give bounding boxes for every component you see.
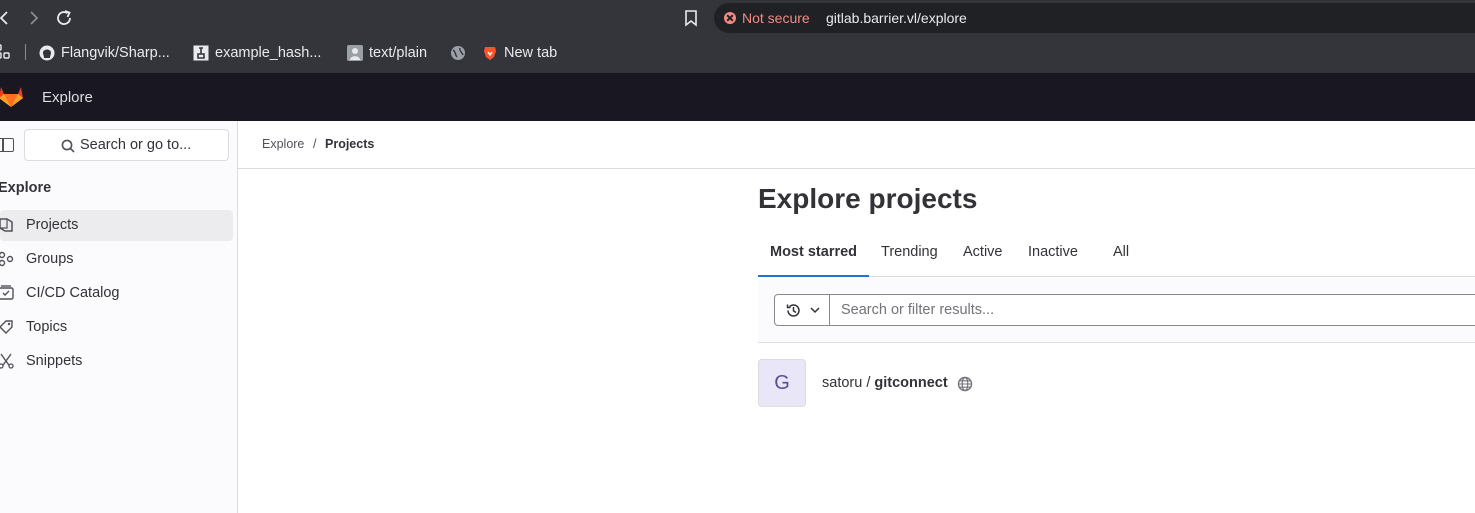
tab-all[interactable]: All xyxy=(1101,230,1141,277)
bookmark-example-hash[interactable]: example_hash... xyxy=(193,43,321,63)
brave-icon xyxy=(482,45,498,61)
tab-active[interactable]: Active xyxy=(951,230,1015,277)
sidebar-toggle-icon[interactable] xyxy=(0,138,14,152)
group-icon xyxy=(0,251,14,267)
globe-icon xyxy=(957,376,973,392)
page-title: Explore projects xyxy=(758,183,978,214)
bookmark-label: Flangvik/Sharp... xyxy=(61,45,170,61)
address-bar[interactable]: Not secure gitlab.barrier.vl/explore xyxy=(714,3,1475,33)
search-button[interactable]: Search or go to... xyxy=(24,129,229,161)
tab-trending[interactable]: Trending xyxy=(869,230,950,277)
bookmark-icon[interactable] xyxy=(681,8,701,28)
forward-icon[interactable] xyxy=(24,8,44,28)
breadcrumb-explore[interactable]: Explore xyxy=(262,137,304,151)
snippet-icon xyxy=(0,353,14,369)
history-icon xyxy=(786,304,800,317)
hashcat-icon xyxy=(193,45,209,61)
filter-bar: Search or filter results... xyxy=(758,278,1475,343)
sidebar-item-label: CI/CD Catalog xyxy=(26,285,120,301)
project-avatar[interactable]: G xyxy=(758,359,806,407)
profile-icon xyxy=(347,45,363,61)
bookmarks-separator xyxy=(25,44,26,60)
bookmark-flangvik[interactable]: Flangvik/Sharp... xyxy=(39,43,170,63)
github-icon xyxy=(39,45,55,61)
bookmark-label: example_hash... xyxy=(215,45,322,61)
back-icon[interactable] xyxy=(0,8,14,28)
bookmark-label: New tab xyxy=(504,45,558,61)
reload-icon[interactable] xyxy=(54,8,74,28)
tab-inactive[interactable]: Inactive xyxy=(1016,230,1090,277)
sidebar-item-projects[interactable]: Projects xyxy=(0,210,233,241)
search-label: Search or go to... xyxy=(80,137,192,153)
project-icon xyxy=(0,217,14,233)
sidebar-item-topics[interactable]: Topics xyxy=(0,312,233,343)
sidebar-item-ci-cd-catalog[interactable]: CI/CD Catalog xyxy=(0,278,233,309)
security-label[interactable]: Not secure xyxy=(742,10,810,26)
bookmark-new-tab[interactable]: New tab xyxy=(482,43,557,63)
globe-icon xyxy=(450,45,466,61)
breadcrumb: Explore / Projects xyxy=(238,121,1475,169)
catalog-icon xyxy=(0,285,14,301)
sidebar-item-label: Snippets xyxy=(26,353,83,369)
sidebar-item-label: Groups xyxy=(26,251,74,267)
gitlab-logo-icon[interactable] xyxy=(0,83,24,114)
filter-placeholder: Search or filter results... xyxy=(841,302,995,318)
recent-searches-button[interactable] xyxy=(774,294,830,326)
project-row: G satoru / gitconnect xyxy=(758,359,1475,407)
gitlab-topbar: Explore xyxy=(0,73,1475,121)
sidebar: Search or go to... Explore Projects Grou… xyxy=(0,121,238,513)
project-name: gitconnect xyxy=(874,375,948,391)
url-text[interactable]: gitlab.barrier.vl/explore xyxy=(826,10,967,26)
breadcrumb-projects[interactable]: Projects xyxy=(325,137,374,151)
not-secure-icon xyxy=(724,12,736,24)
bookmark-globe[interactable] xyxy=(450,43,466,63)
project-tabs: Most starred Trending Active Inactive Al… xyxy=(758,230,1475,277)
topbar-title: Explore xyxy=(42,89,93,106)
project-name-link[interactable]: satoru / gitconnect xyxy=(822,375,948,391)
browser-toolbar: Not secure gitlab.barrier.vl/explore xyxy=(0,0,1475,36)
tab-most-starred[interactable]: Most starred xyxy=(758,230,870,277)
sidebar-heading: Explore xyxy=(0,180,52,196)
label-icon xyxy=(0,319,14,335)
sidebar-item-groups[interactable]: Groups xyxy=(0,244,233,275)
project-namespace: satoru / xyxy=(822,375,871,391)
sidebar-item-label: Projects xyxy=(26,217,79,233)
bookmark-text-plain[interactable]: text/plain xyxy=(347,43,427,63)
breadcrumb-separator: / xyxy=(313,137,317,151)
filter-search-input[interactable]: Search or filter results... xyxy=(829,294,1475,326)
sidebar-item-label: Topics xyxy=(26,319,68,335)
apps-icon[interactable] xyxy=(0,44,10,60)
sidebar-item-snippets[interactable]: Snippets xyxy=(0,346,233,377)
bookmark-label: text/plain xyxy=(369,45,428,61)
search-icon xyxy=(61,139,75,153)
chevron-down-icon xyxy=(810,307,820,314)
